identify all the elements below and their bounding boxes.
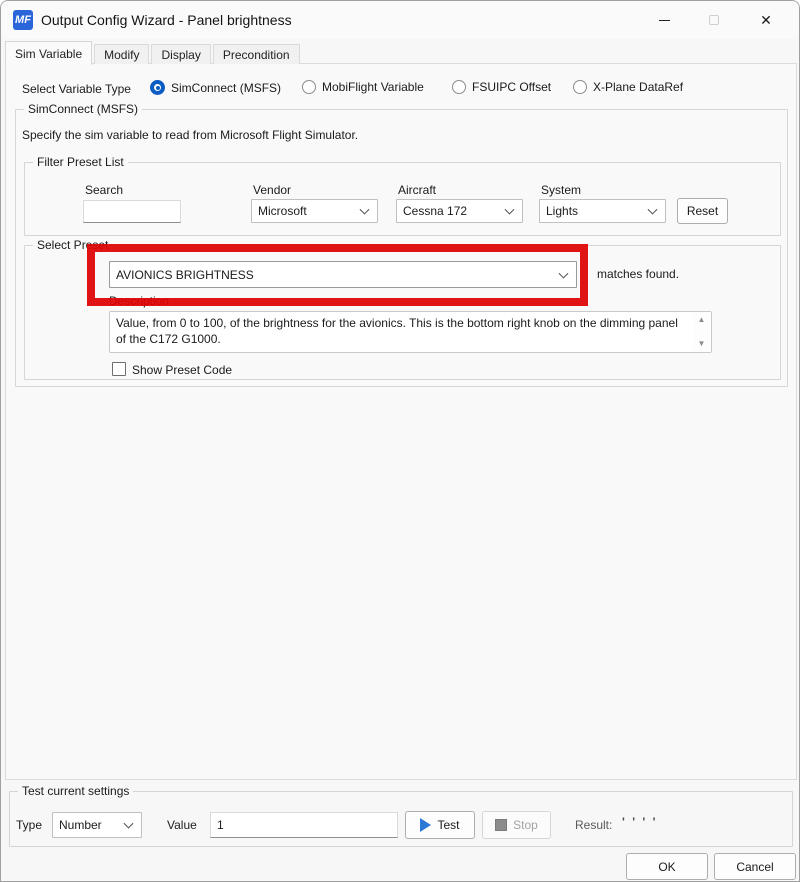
window-title: Output Config Wizard - Panel brightness — [41, 1, 292, 39]
simconnect-description: Specify the sim variable to read from Mi… — [22, 128, 358, 142]
tab-precondition[interactable]: Precondition — [213, 44, 300, 64]
radio-simconnect[interactable]: SimConnect (MSFS) — [150, 80, 281, 95]
minimize-icon — [659, 20, 670, 21]
play-icon — [420, 818, 431, 832]
type-combo-value: Number — [59, 818, 102, 832]
radio-simconnect-icon — [150, 80, 165, 95]
radio-fsuipc-offset[interactable]: FSUIPC Offset — [452, 80, 551, 94]
test-settings-groupbox: Test current settings Type Number Value … — [9, 791, 793, 847]
chevron-down-icon — [648, 205, 658, 215]
tab-page-sim-variable: Select Variable Type SimConnect (MSFS) M… — [5, 63, 797, 780]
title-bar: MF Output Config Wizard - Panel brightne… — [1, 1, 799, 39]
test-button[interactable]: Test — [405, 811, 475, 839]
vendor-combo-value: Microsoft — [258, 204, 307, 218]
app-icon-text: MF — [15, 14, 31, 26]
aircraft-combo-value: Cessna 172 — [403, 204, 467, 218]
cancel-button-label: Cancel — [736, 860, 773, 874]
filter-preset-group-label: Filter Preset List — [33, 155, 128, 169]
stop-icon — [495, 819, 507, 831]
maximize-icon — [709, 15, 719, 25]
tab-modify[interactable]: Modify — [94, 44, 149, 64]
app-icon: MF — [13, 10, 33, 30]
type-combo[interactable]: Number — [52, 812, 142, 838]
minimize-button[interactable] — [641, 1, 687, 39]
search-input[interactable] — [83, 200, 181, 223]
tab-strip: Sim Variable Modify Display Precondition — [5, 41, 302, 64]
result-label: Result: — [575, 818, 612, 832]
chevron-down-icon — [360, 205, 370, 215]
test-settings-group-label: Test current settings — [18, 784, 133, 798]
value-label: Value — [167, 818, 197, 832]
chevron-down-icon — [505, 205, 515, 215]
chevron-down-icon — [559, 268, 569, 278]
scroll-up-icon[interactable]: ▲ — [698, 316, 706, 324]
radio-mobiflight-icon — [302, 80, 316, 94]
system-combo-value: Lights — [546, 204, 578, 218]
show-preset-code-checkbox[interactable] — [112, 362, 126, 376]
radio-fsuipc-icon — [452, 80, 466, 94]
description-label: Description — [109, 294, 169, 308]
filter-preset-groupbox: Filter Preset List Search Vendor Microso… — [24, 162, 781, 236]
simconnect-groupbox: SimConnect (MSFS) Specify the sim variab… — [15, 109, 788, 387]
radio-mobiflight-variable[interactable]: MobiFlight Variable — [302, 80, 424, 94]
scroll-down-icon[interactable]: ▼ — [698, 340, 706, 348]
description-scrollbar[interactable]: ▲ ▼ — [693, 313, 710, 351]
ok-button-label: OK — [658, 860, 675, 874]
simconnect-group-label: SimConnect (MSFS) — [24, 102, 142, 116]
output-config-wizard-dialog: MF Output Config Wizard - Panel brightne… — [0, 0, 800, 882]
radio-xplane-label: X-Plane DataRef — [593, 80, 683, 94]
radio-fsuipc-label: FSUIPC Offset — [472, 80, 551, 94]
select-preset-groupbox: Select Preset AVIONICS BRIGHTNESS matche… — [24, 245, 781, 380]
preset-description-text: Value, from 0 to 100, of the brightness … — [116, 316, 678, 346]
chevron-down-icon — [124, 819, 134, 829]
tab-display[interactable]: Display — [151, 44, 210, 64]
ok-button[interactable]: OK — [626, 853, 708, 880]
close-button[interactable]: ✕ — [743, 1, 789, 39]
select-preset-group-label: Select Preset — [33, 238, 112, 252]
show-preset-code-label: Show Preset Code — [132, 363, 232, 377]
test-button-label: Test — [437, 818, 459, 832]
radio-simconnect-label: SimConnect (MSFS) — [171, 81, 281, 95]
aircraft-combo[interactable]: Cessna 172 — [396, 199, 523, 223]
result-value: ' ' ' ' — [622, 815, 657, 829]
stop-button-label: Stop — [513, 818, 538, 832]
value-input[interactable]: 1 — [210, 812, 398, 838]
matches-found-text: matches found. — [597, 267, 679, 281]
preset-description-box[interactable]: Value, from 0 to 100, of the brightness … — [109, 311, 712, 353]
stop-button: Stop — [482, 811, 551, 839]
reset-button-label: Reset — [687, 204, 718, 218]
preset-combo[interactable]: AVIONICS BRIGHTNESS — [109, 261, 577, 288]
vendor-combo[interactable]: Microsoft — [251, 199, 378, 223]
radio-xplane-icon — [573, 80, 587, 94]
search-label: Search — [85, 183, 123, 197]
radio-mobiflight-label: MobiFlight Variable — [322, 80, 424, 94]
maximize-button — [691, 1, 737, 39]
aircraft-label: Aircraft — [398, 183, 436, 197]
system-combo[interactable]: Lights — [539, 199, 666, 223]
select-variable-type-label: Select Variable Type — [22, 82, 131, 96]
type-label: Type — [16, 818, 42, 832]
value-input-value: 1 — [217, 818, 224, 832]
cancel-button[interactable]: Cancel — [714, 853, 796, 880]
system-label: System — [541, 183, 581, 197]
close-icon: ✕ — [760, 12, 772, 29]
preset-combo-value: AVIONICS BRIGHTNESS — [116, 268, 254, 282]
reset-button[interactable]: Reset — [677, 198, 728, 224]
vendor-label: Vendor — [253, 183, 291, 197]
tab-sim-variable[interactable]: Sim Variable — [5, 41, 92, 65]
radio-xplane-dataref[interactable]: X-Plane DataRef — [573, 80, 683, 94]
